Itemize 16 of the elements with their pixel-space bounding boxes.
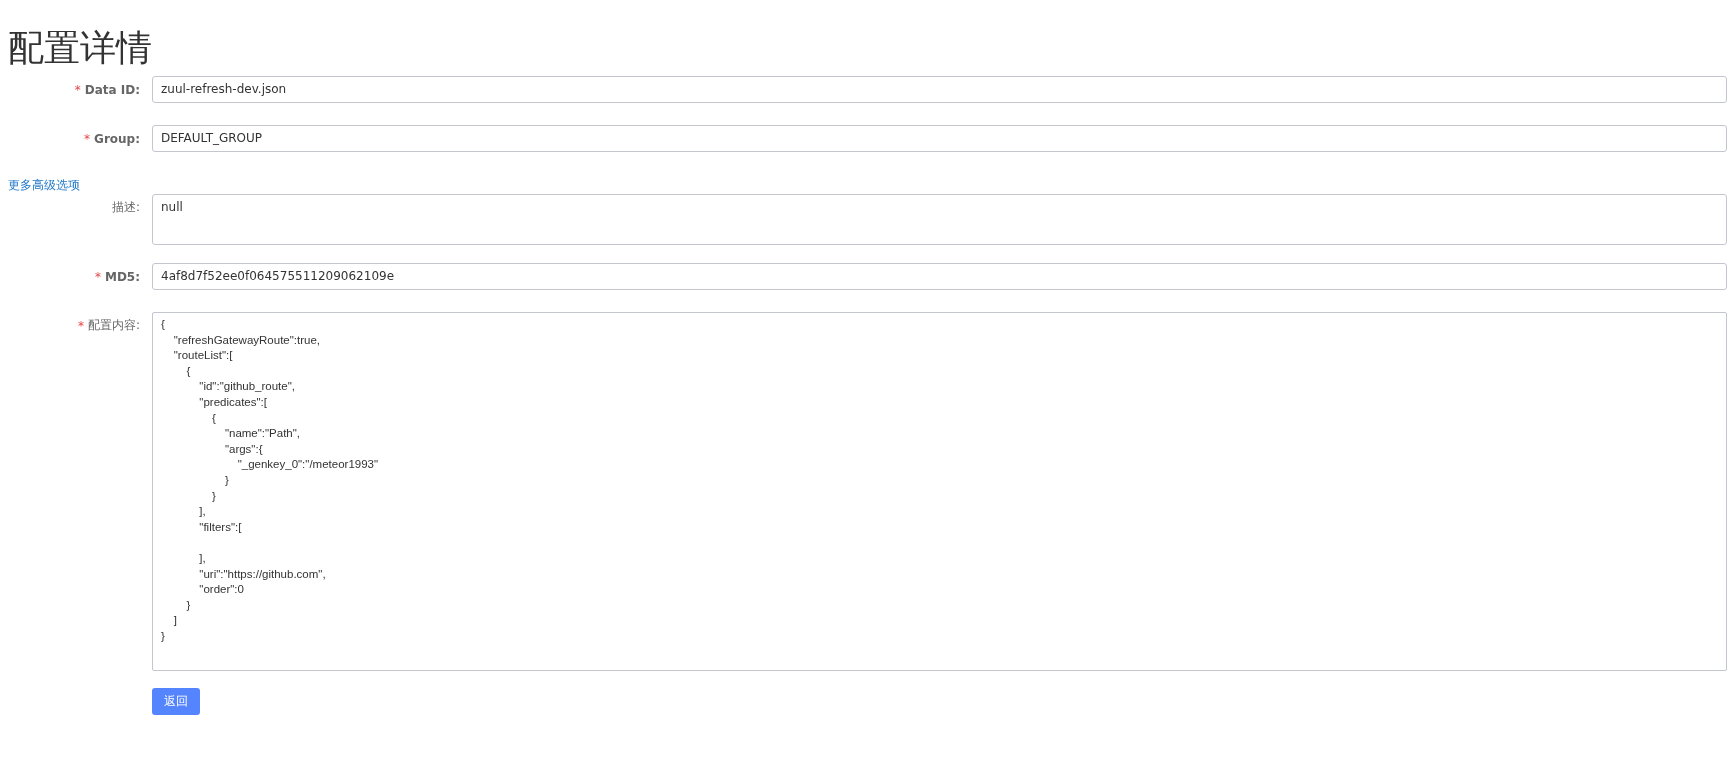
- text-field[interactable]: DEFAULT_GROUP: [152, 125, 1727, 152]
- page-title: 配置详情: [8, 26, 153, 70]
- field-label: 配置内容:: [87, 317, 140, 334]
- field-label: MD5:: [104, 269, 140, 284]
- required-mark: *: [84, 131, 91, 146]
- required-mark: *: [74, 82, 81, 97]
- field-label: Group:: [94, 131, 140, 146]
- required-mark: *: [77, 318, 84, 333]
- text-field[interactable]: 4af8d7f52ee0f064575511209062109e: [152, 263, 1727, 290]
- required-mark: *: [94, 269, 101, 284]
- advanced-options-link[interactable]: 更多高级选项: [8, 178, 80, 192]
- text-field[interactable]: zuul-refresh-dev.json: [152, 76, 1727, 103]
- description-field[interactable]: null: [152, 194, 1727, 245]
- field-label: 描述:: [111, 199, 140, 216]
- config-content-field[interactable]: { "refreshGatewayRoute":true, "routeList":[ { "id":"github_route", "predicates":[ { "name":"Path", "args":{ "_genkey_0":"/meteor1993" } } ], "filters":[ ], "uri":"https://github.com", "order":0 } ] }: [152, 312, 1727, 671]
- field-label: Data ID:: [84, 82, 140, 97]
